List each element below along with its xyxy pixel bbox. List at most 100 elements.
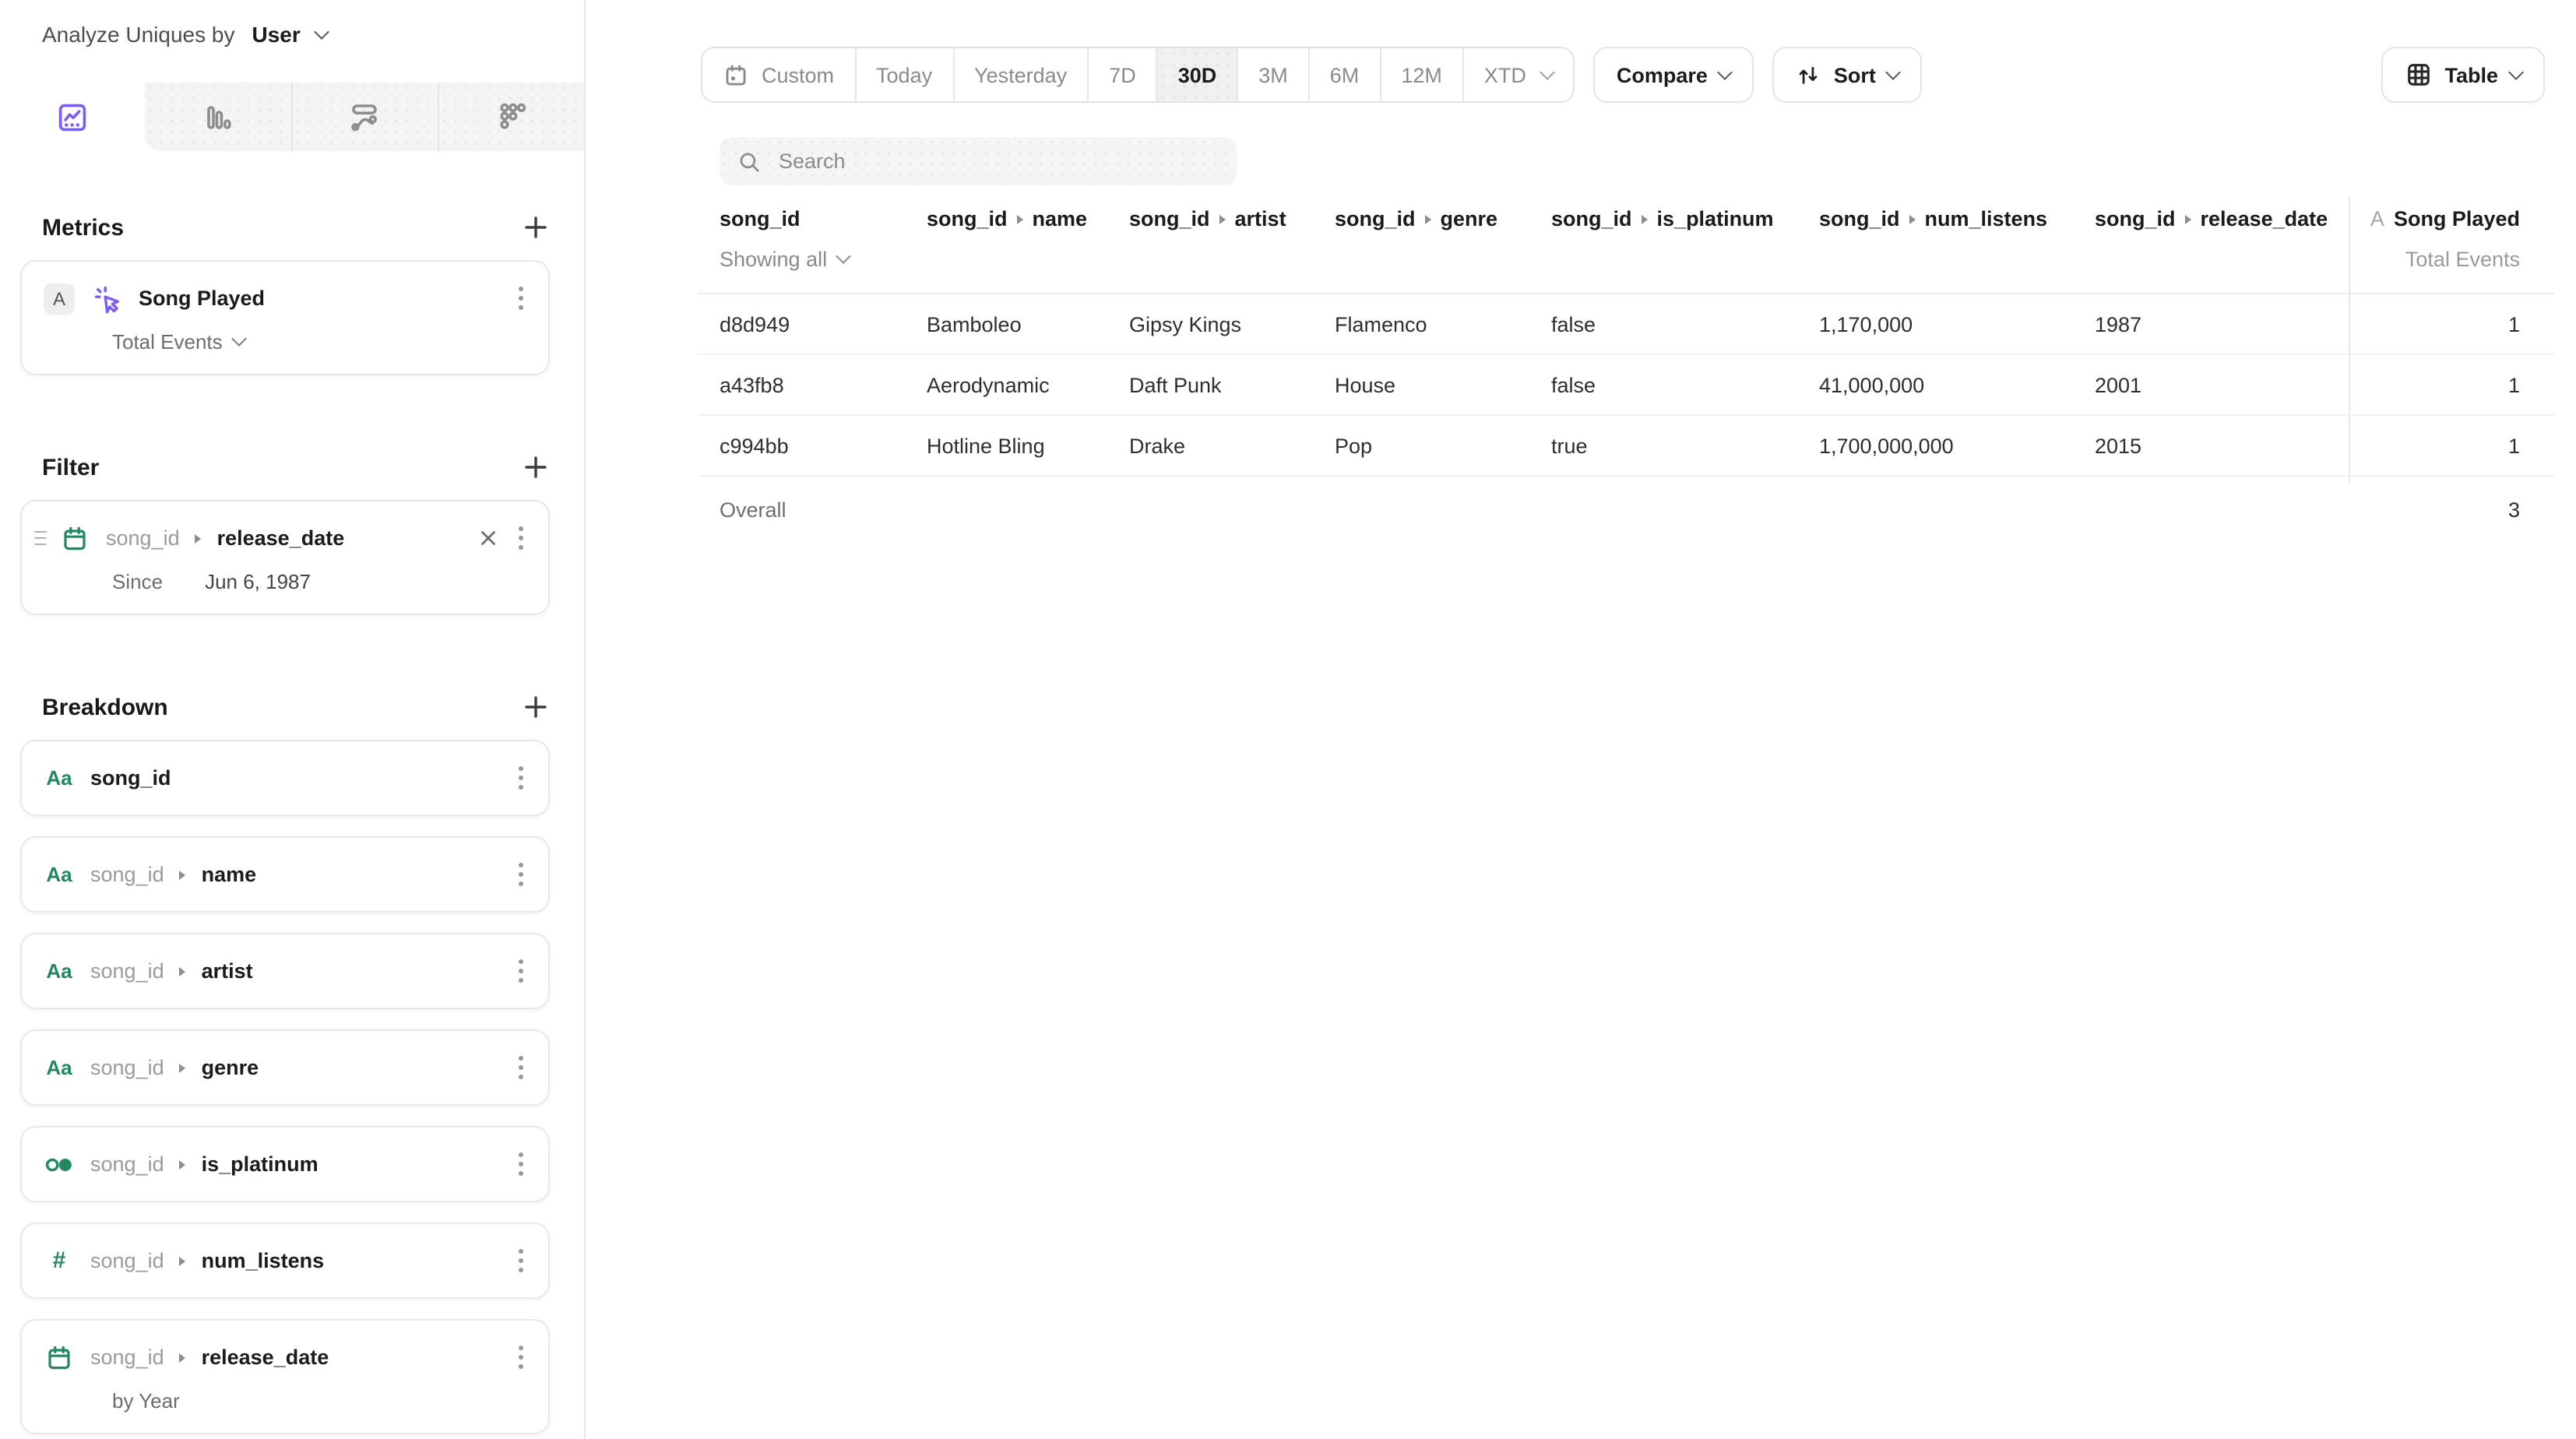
path-arrow-icon (180, 966, 186, 976)
metric-card[interactable]: A Song Played Total Events (20, 260, 550, 375)
tab-bar-chart[interactable] (146, 83, 291, 151)
chevron-down-icon (231, 331, 247, 347)
breakdown-card[interactable]: Aa song_id genre (20, 1029, 550, 1106)
bar-chart-icon (202, 100, 234, 133)
cell-is-platinum: false (1551, 355, 1596, 416)
range-12m[interactable]: 12M (1379, 48, 1462, 101)
breakdown-property-path: song_id (90, 1346, 164, 1369)
breakdown-property-name[interactable]: num_listens (202, 1249, 325, 1272)
breakdown-more-menu[interactable] (516, 859, 526, 889)
column-header-song-id[interactable]: song_id (720, 207, 801, 230)
chevron-down-icon (836, 248, 851, 264)
remove-filter-icon[interactable] (477, 526, 500, 550)
path-arrow-icon (180, 1159, 186, 1169)
breakdown-bucket-dropdown[interactable]: by Year (112, 1389, 180, 1413)
path-arrow-icon (195, 533, 202, 543)
add-metric-button[interactable] (522, 213, 550, 241)
text-property-icon: Aa (44, 766, 75, 790)
filter-property-name[interactable]: release_date (217, 526, 345, 550)
column-header[interactable]: song_idnum_listens (1819, 207, 2047, 230)
sidebar-sections: Metrics A Song Played Total Events (0, 151, 584, 1434)
metric-aggregation-dropdown[interactable]: Total Events (112, 330, 223, 354)
calendar-icon (59, 522, 90, 554)
breakdown-more-menu[interactable] (516, 1052, 526, 1082)
breakdown-card[interactable]: Aa song_id (20, 740, 550, 816)
breakdown-more-menu[interactable] (516, 762, 526, 793)
filter-more-menu[interactable] (516, 522, 526, 553)
tab-flow-chart[interactable] (290, 83, 438, 151)
range-yesterday[interactable]: Yesterday (952, 48, 1087, 101)
filter-card[interactable]: song_id release_date Since Jun 6, 1987 (20, 500, 550, 615)
tab-line-chart[interactable] (0, 83, 146, 151)
cell-is-platinum: true (1551, 416, 1588, 477)
breakdown-property-name[interactable]: song_id (90, 766, 171, 790)
range-6m[interactable]: 6M (1308, 48, 1380, 101)
view-type-button[interactable]: Table (2381, 47, 2545, 103)
metric-more-menu[interactable] (516, 283, 526, 313)
showing-all-dropdown[interactable]: Showing all (720, 248, 849, 271)
cell-artist: Drake (1129, 416, 1185, 477)
breakdown-card[interactable]: song_id release_date by Year (20, 1319, 550, 1434)
cell-name: Bamboleo (927, 294, 1022, 355)
analyze-entity-dropdown[interactable]: User (252, 22, 301, 47)
column-header[interactable]: song_idname (927, 207, 1087, 230)
report-toolbar: Custom Today Yesterday 7D 30D 3M 6M 12M … (701, 47, 2576, 103)
metric-column-header[interactable]: A Song Played (2370, 207, 2520, 230)
breakdown-property-name[interactable]: name (202, 863, 257, 886)
calendar-icon (44, 1342, 75, 1373)
range-today[interactable]: Today (854, 48, 952, 101)
search-icon (737, 149, 762, 174)
cell-genre: House (1335, 355, 1395, 416)
breakdown-card[interactable]: song_id is_platinum (20, 1126, 550, 1202)
add-breakdown-button[interactable] (522, 693, 550, 721)
filter-value[interactable]: Jun 6, 1987 (205, 570, 311, 593)
breakdown-more-menu[interactable] (516, 1245, 526, 1275)
breakdown-card[interactable]: Aa song_id name (20, 836, 550, 913)
breakdown-card[interactable]: # song_id num_listens (20, 1223, 550, 1299)
range-custom[interactable]: Custom (702, 48, 854, 101)
path-arrow-icon (180, 1256, 186, 1265)
range-xtd[interactable]: XTD (1462, 48, 1573, 101)
text-property-icon: Aa (44, 1056, 75, 1079)
breakdown-title: Breakdown (42, 694, 168, 720)
table-row: d8d949 Bamboleo Gipsy Kings Flamenco fal… (698, 294, 2554, 355)
scatter-chart-icon (494, 100, 529, 134)
tab-scatter-chart[interactable] (438, 83, 585, 151)
sort-button[interactable]: Sort (1773, 47, 1923, 103)
cell-num-listens: 1,700,000,000 (1819, 416, 1954, 477)
path-arrow-icon (1642, 214, 1648, 223)
add-filter-button[interactable] (522, 453, 550, 481)
cell-artist: Gipsy Kings (1129, 294, 1241, 355)
column-header[interactable]: song_idgenre (1335, 207, 1497, 230)
breakdown-property-path: song_id (90, 1249, 164, 1272)
cell-song-id: a43fb8 (720, 355, 784, 416)
breakdown-property-name[interactable]: artist (202, 959, 253, 983)
cell-release-date: 2015 (2095, 416, 2141, 477)
cell-song-id: d8d949 (720, 294, 790, 355)
metric-event-name[interactable]: Song Played (139, 287, 265, 310)
range-3m[interactable]: 3M (1237, 48, 1308, 101)
breakdown-property-name[interactable]: release_date (202, 1346, 329, 1369)
range-7d[interactable]: 7D (1087, 48, 1156, 101)
breakdown-property-name[interactable]: is_platinum (202, 1152, 318, 1176)
query-builder-sidebar: Analyze Uniques by User (0, 0, 586, 1439)
path-arrow-icon (180, 1353, 186, 1362)
filter-operator-dropdown[interactable]: Since (112, 570, 163, 593)
breakdown-more-menu[interactable] (516, 955, 526, 986)
search-input[interactable] (776, 148, 1219, 174)
breakdown-more-menu[interactable] (516, 1342, 526, 1372)
column-header[interactable]: song_idrelease_date (2095, 207, 2328, 230)
column-header[interactable]: song_idis_platinum (1551, 207, 1774, 230)
breakdown-more-menu[interactable] (516, 1149, 526, 1179)
breakdown-property-path: song_id (90, 863, 164, 886)
drag-handle-icon[interactable] (34, 531, 47, 545)
path-arrow-icon (2185, 214, 2191, 223)
range-30d[interactable]: 30D (1156, 48, 1237, 101)
filter-property-path: song_id (106, 526, 180, 550)
table-search[interactable] (720, 137, 1237, 185)
compare-button[interactable]: Compare (1593, 47, 1754, 103)
text-property-icon: Aa (44, 959, 75, 983)
column-header[interactable]: song_idartist (1129, 207, 1286, 230)
breakdown-card[interactable]: Aa song_id artist (20, 933, 550, 1009)
breakdown-property-name[interactable]: genre (202, 1056, 259, 1079)
